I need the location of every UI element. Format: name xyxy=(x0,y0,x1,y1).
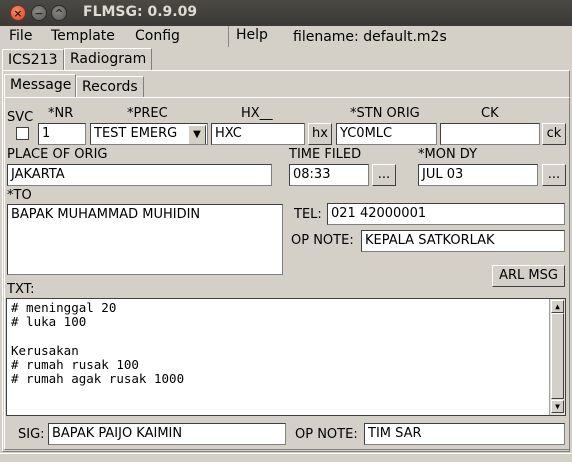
ck-label: CK xyxy=(481,106,499,121)
place-of-orig-input[interactable]: JAKARTA xyxy=(7,164,272,186)
tab-ics213-label: ICS213 xyxy=(8,52,58,68)
filename-label: filename: default.m2s xyxy=(293,29,447,45)
tab-radiogram-label: Radiogram xyxy=(70,51,147,67)
mon-dy-button[interactable]: ... xyxy=(542,164,566,186)
txt-label: TXT: xyxy=(7,282,35,297)
time-filed-input[interactable]: 08:33 xyxy=(289,164,369,186)
op-note-input[interactable]: KEPALA SATKORLAK xyxy=(361,230,565,252)
nr-input[interactable]: 1 xyxy=(38,123,86,145)
hx-input[interactable]: HXC xyxy=(211,123,305,145)
sig-label: SIG: xyxy=(18,427,45,442)
nr-label: *NR xyxy=(48,106,74,121)
chevron-down-icon[interactable]: ▼ xyxy=(188,125,206,144)
hx-label: HX__ xyxy=(241,106,273,121)
scroll-down-icon[interactable]: ▼ xyxy=(551,400,564,413)
txt-line: # rumah agak rusak 1000 xyxy=(11,371,185,387)
time-filed-button[interactable]: ... xyxy=(372,164,396,186)
place-of-orig-label: PLACE OF ORIG xyxy=(7,147,108,162)
sig-input[interactable]: BAPAK PAIJO KAIMIN xyxy=(48,423,286,445)
to-label: *TO xyxy=(7,188,32,203)
minimize-icon[interactable]: − xyxy=(31,5,47,21)
scroll-thumb[interactable] xyxy=(551,313,564,399)
close-icon[interactable]: × xyxy=(10,5,26,21)
window-bottom-edge xyxy=(0,453,572,462)
stn-orig-input[interactable]: YC0MLC xyxy=(336,123,437,145)
menu-file[interactable]: File xyxy=(9,28,32,44)
txt-content: # meninggal 20 # luka 100 Kerusakan # ruma… xyxy=(11,300,185,387)
txt-line: # luka 100 xyxy=(11,314,87,330)
stn-orig-label: *STN ORIG xyxy=(350,106,420,121)
ck-button[interactable]: ck xyxy=(542,123,566,145)
svc-checkbox[interactable] xyxy=(16,127,29,140)
op-note-label: OP NOTE: xyxy=(291,233,354,248)
op-note-bottom-input[interactable]: TIM SAR xyxy=(364,423,565,445)
txt-textarea[interactable]: # meninggal 20 # luka 100 Kerusakan # ruma… xyxy=(6,298,566,416)
time-filed-label: TIME FILED xyxy=(289,147,362,162)
maximize-icon[interactable]: ^ xyxy=(51,5,67,21)
tab-message-label: Message xyxy=(10,77,72,93)
menu-template[interactable]: Template xyxy=(51,28,115,44)
prec-select[interactable]: TEST EMERG ▼ xyxy=(90,123,208,145)
menu-help[interactable]: Help xyxy=(236,27,268,43)
tab-records-label: Records xyxy=(82,79,138,95)
arl-msg-button[interactable]: ARL MSG xyxy=(492,265,565,287)
hx-button[interactable]: hx xyxy=(308,123,332,145)
txt-line: # rumah rusak 100 xyxy=(11,357,139,373)
op-note-bottom-label: OP NOTE: xyxy=(295,427,358,442)
mon-dy-label: *MON DY xyxy=(418,147,478,162)
tab-records[interactable]: Records xyxy=(76,76,144,97)
tel-label: TEL: xyxy=(294,207,322,222)
tab-message[interactable]: Message xyxy=(4,74,76,98)
window-title: FLMSG: 0.9.09 xyxy=(83,4,198,20)
to-input[interactable]: BAPAK MUHAMMAD MUHIDIN xyxy=(7,204,283,275)
tel-input[interactable]: 021 42000001 xyxy=(327,203,565,225)
menu-config[interactable]: Config xyxy=(135,28,180,44)
txt-line: Kerusakan xyxy=(11,342,79,358)
txt-line: # meninggal 20 xyxy=(11,300,117,315)
txt-scrollbar[interactable]: ▲ ▼ xyxy=(549,299,565,415)
tab-radiogram[interactable]: Radiogram xyxy=(64,48,152,71)
mon-dy-input[interactable]: JUL 03 xyxy=(418,164,538,186)
prec-value: TEST EMERG xyxy=(94,126,178,141)
prec-label: *PREC xyxy=(127,106,168,121)
txt-line xyxy=(11,330,184,344)
title-bar: × − ^ FLMSG: 0.9.09 xyxy=(0,0,572,26)
menu-bar: File Template Config Help filename: defa… xyxy=(0,26,572,48)
ck-input[interactable] xyxy=(440,123,540,145)
scroll-up-icon[interactable]: ▲ xyxy=(551,300,564,313)
svc-label: SVC xyxy=(7,110,34,125)
tab-ics213[interactable]: ICS213 xyxy=(2,49,64,70)
help-menu-box: Help xyxy=(228,26,275,47)
